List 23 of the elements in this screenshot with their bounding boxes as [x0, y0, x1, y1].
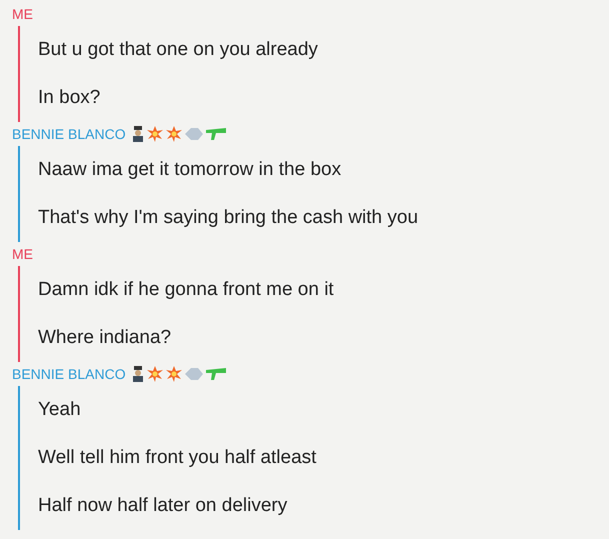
- sender-name: BENNIE BLANCO: [12, 124, 126, 144]
- message-text: Yeah: [38, 398, 81, 422]
- water-gun-icon: [206, 368, 226, 380]
- sender-name: ME: [12, 244, 33, 264]
- figure-icon: [132, 126, 144, 142]
- diamond-icon: [184, 367, 203, 381]
- message-text: Damn idk if he gonna front me on it: [38, 278, 334, 302]
- burst-icon: [166, 366, 182, 382]
- message-text: Well tell him front you half atleast: [38, 446, 316, 470]
- message-text: Naaw ima get it tomorrow in the box: [38, 158, 342, 182]
- message-text: But u got that one on you already: [38, 38, 318, 62]
- message-text: That's why I'm saying bring the cash with you: [38, 206, 418, 230]
- water-gun-icon: [206, 128, 226, 140]
- burst-icon: [146, 366, 163, 382]
- message-text: Where indiana?: [38, 326, 172, 350]
- message-text: Half now half later on delivery: [38, 494, 288, 518]
- sender-name: ME: [12, 4, 33, 24]
- diamond-icon: [184, 127, 203, 141]
- burst-icon: [166, 126, 182, 142]
- figure-icon: [132, 366, 144, 382]
- message-text: In box?: [38, 86, 100, 110]
- burst-icon: [146, 126, 163, 142]
- sender-name: BENNIE BLANCO: [12, 364, 126, 384]
